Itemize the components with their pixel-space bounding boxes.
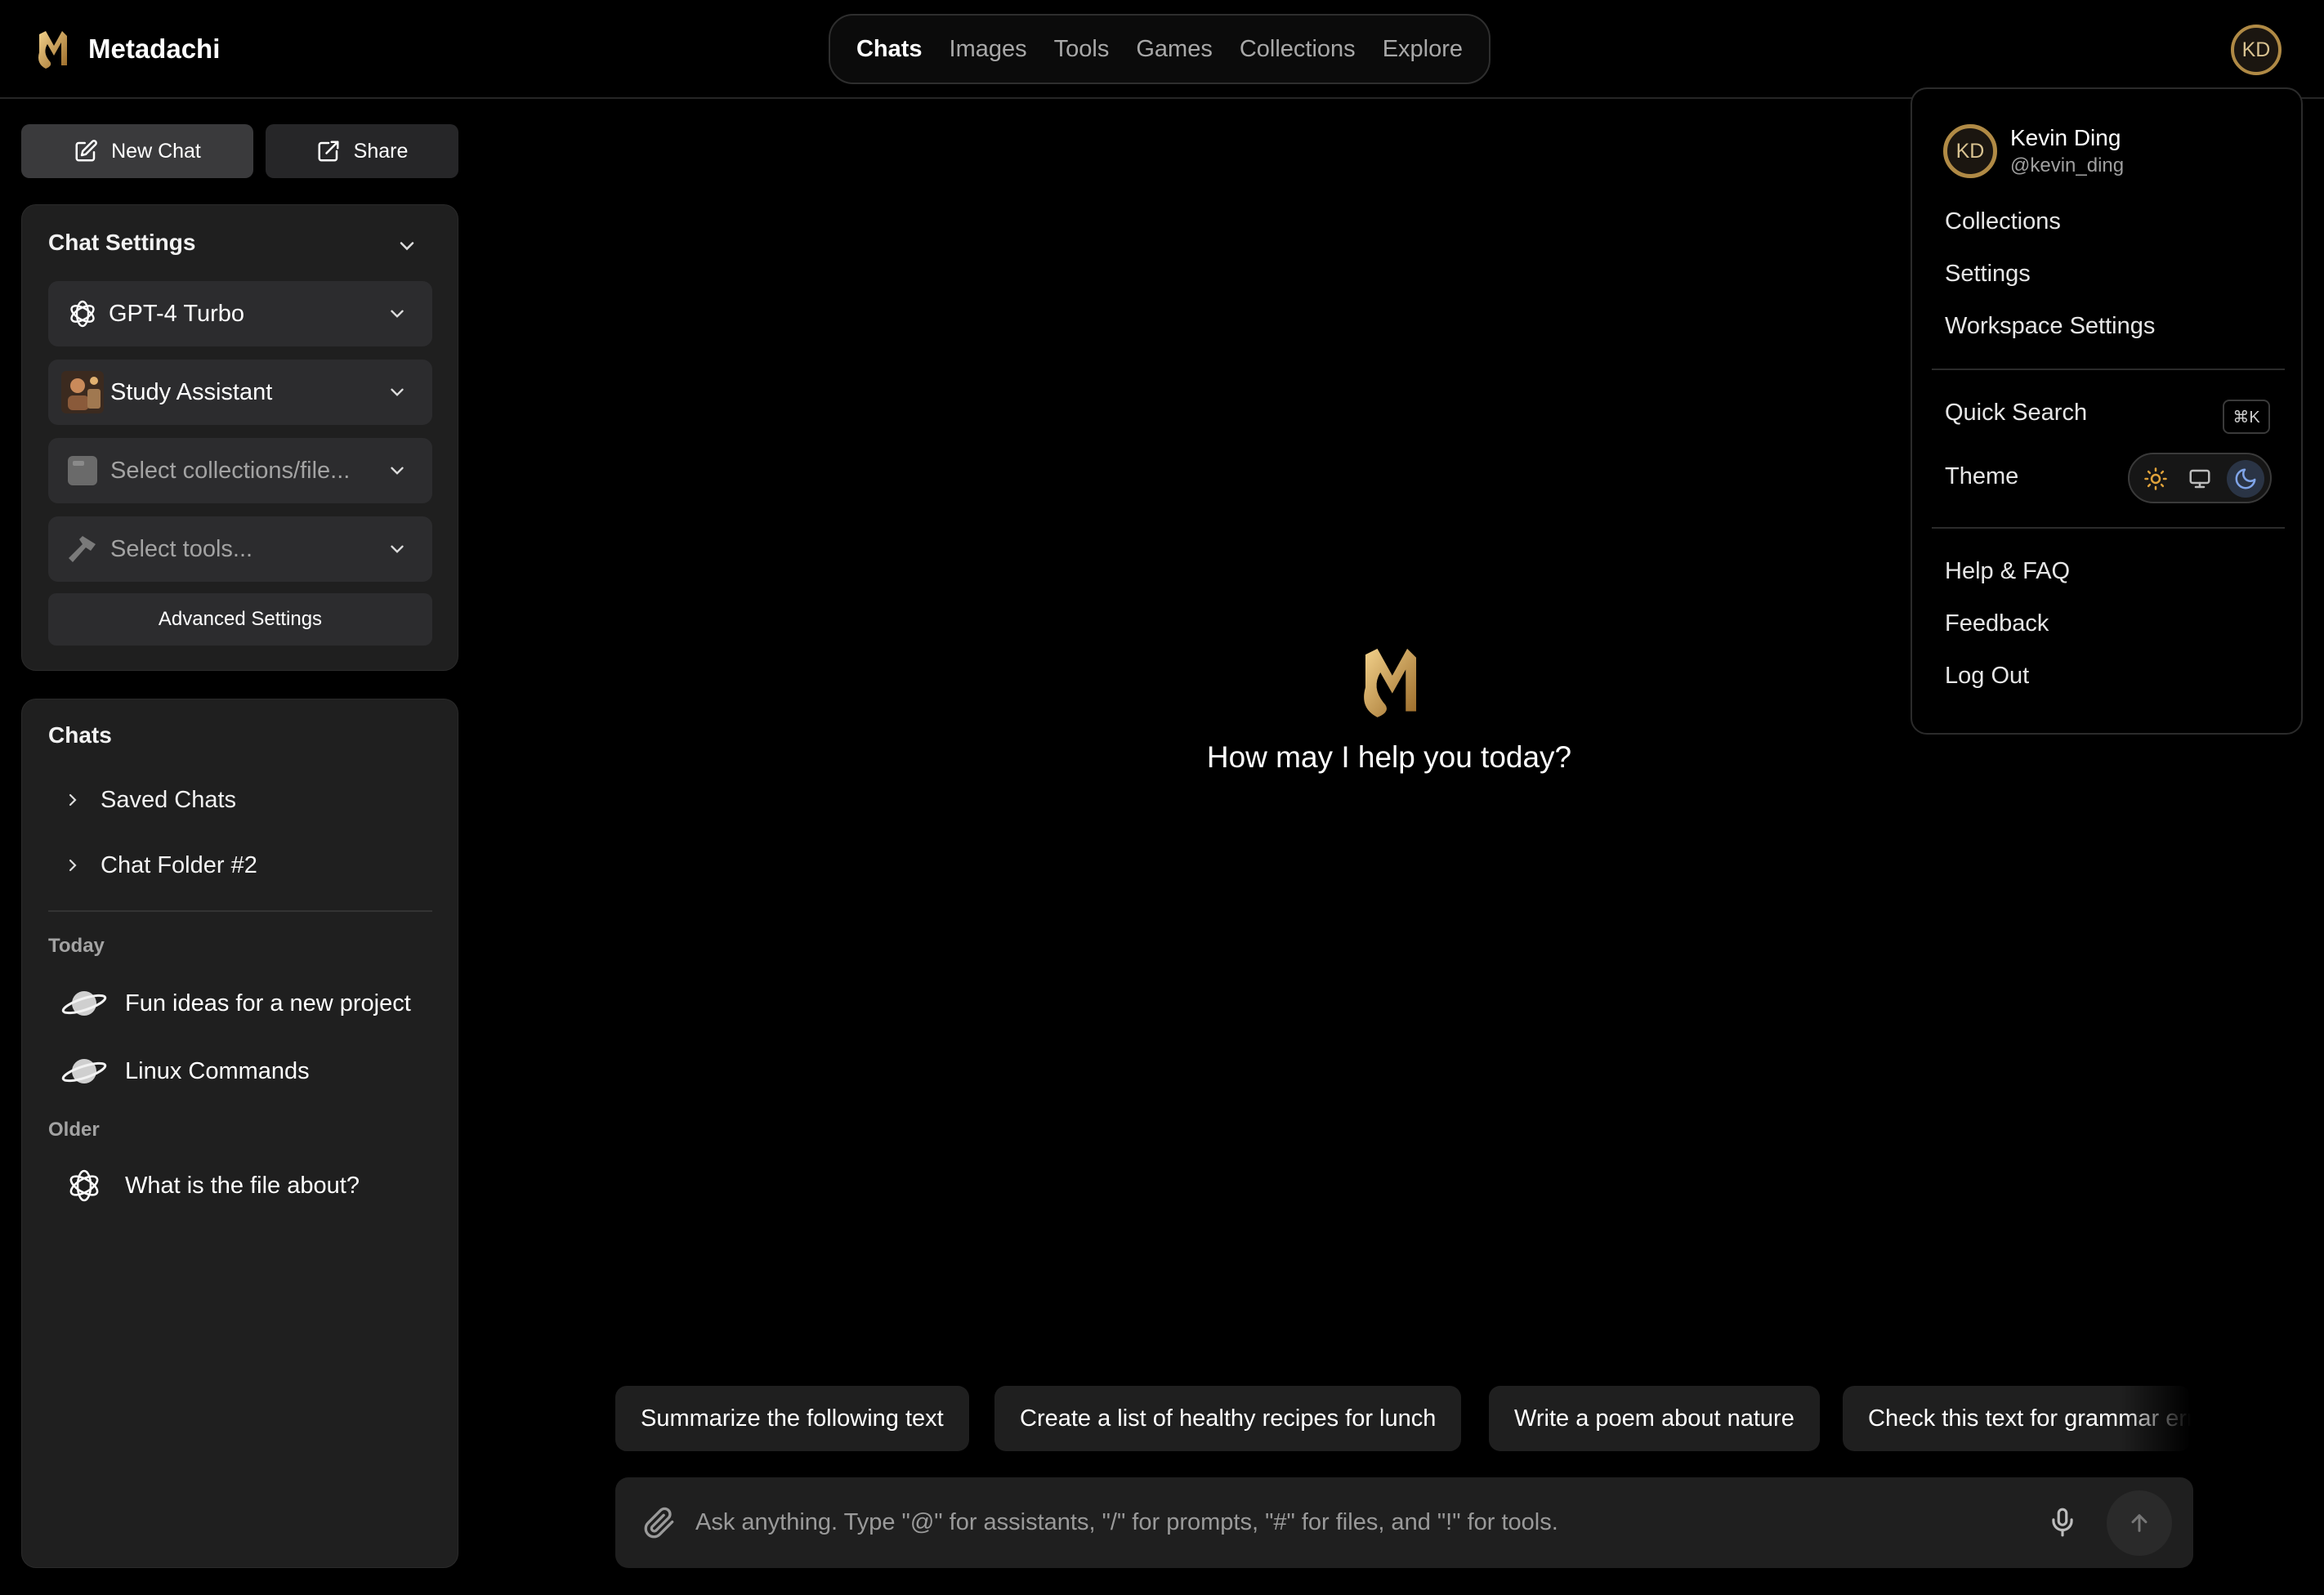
chevron-down-icon: [387, 303, 408, 324]
monitor-icon: [2189, 469, 2210, 489]
edit-icon: [75, 140, 97, 162]
hero-logo: [1356, 642, 1425, 721]
user-name: Kevin Ding: [2010, 125, 2121, 150]
share-button[interactable]: Share: [266, 124, 458, 178]
menu-workspace-settings[interactable]: Workspace Settings: [1945, 313, 2155, 340]
top-bar: Metadachi Chats Images Tools Games Colle…: [0, 0, 2324, 99]
new-chat-label: New Chat: [111, 139, 201, 163]
assistant-avatar: [61, 371, 104, 413]
avatar-initials: KD: [1955, 139, 1985, 163]
chevron-down-icon: [387, 382, 408, 403]
suggestion-chip[interactable]: Write a poem about nature: [1489, 1386, 1820, 1451]
app-name: Metadachi: [88, 34, 221, 64]
chat-composer: [615, 1477, 2193, 1568]
chat-input[interactable]: [695, 1497, 1970, 1548]
moon-icon: [2235, 468, 2256, 489]
brand[interactable]: Metadachi: [34, 25, 220, 74]
menu-help-faq[interactable]: Help & FAQ: [1945, 558, 2070, 585]
chevron-right-icon: [69, 793, 77, 806]
menu-log-out[interactable]: Log Out: [1945, 663, 2029, 690]
send-button[interactable]: [2107, 1490, 2172, 1556]
chats-panel: Chats Saved Chats Chat Folder #2 Today F…: [21, 699, 458, 1568]
user-avatar-button[interactable]: KD: [2231, 25, 2282, 75]
file-icon: [66, 454, 99, 487]
theme-light-option[interactable]: [2137, 460, 2174, 498]
avatar-initials: KD: [2241, 38, 2271, 61]
chat-title: What is the file about?: [125, 1172, 360, 1199]
menu-collections[interactable]: Collections: [1945, 208, 2061, 235]
tools-select[interactable]: Select tools...: [48, 516, 432, 582]
nav-games[interactable]: Games: [1136, 36, 1212, 63]
theme-system-option[interactable]: [2181, 460, 2219, 498]
folder-saved-chats[interactable]: Saved Chats: [63, 780, 236, 820]
model-label: GPT-4 Turbo: [109, 300, 245, 327]
suggestion-chip[interactable]: Summarize the following text: [615, 1386, 969, 1451]
model-select[interactable]: GPT-4 Turbo: [48, 281, 432, 346]
greeting: How may I help you today?: [1206, 740, 1572, 774]
share-label: Share: [353, 139, 409, 163]
metadachi-logo-icon: [38, 31, 67, 69]
microphone-icon[interactable]: [2047, 1507, 2078, 1538]
menu-feedback[interactable]: Feedback: [1945, 610, 2049, 637]
menu-theme-label: Theme: [1945, 463, 2019, 489]
openai-icon: [69, 1169, 99, 1202]
theme-dark-option[interactable]: [2227, 460, 2264, 498]
collections-placeholder: Select collections/file...: [110, 457, 351, 484]
folder-label: Saved Chats: [101, 786, 237, 813]
folder-label: Chat Folder #2: [101, 851, 257, 878]
chevron-right-icon: [69, 859, 77, 872]
folder-chat-folder-2[interactable]: Chat Folder #2: [63, 845, 257, 886]
share-icon: [318, 141, 339, 162]
openai-icon: [66, 297, 99, 330]
collapse-chevron-icon[interactable]: [396, 235, 418, 257]
shortcut-badge: ⌘K: [2223, 400, 2270, 434]
chat-title: Fun ideas for a new project: [125, 990, 411, 1016]
suggestion-chip[interactable]: Check this text for grammar errors: [1843, 1386, 2191, 1451]
chat-item[interactable]: What is the file about?: [61, 1161, 360, 1210]
planet-icon: [61, 1059, 107, 1083]
chat-settings-panel: Chat Settings GPT-4 Turbo Study Assistan…: [21, 204, 458, 671]
menu-quick-search[interactable]: Quick Search: [1945, 400, 2087, 427]
group-today: Today: [48, 935, 105, 957]
chat-item[interactable]: Fun ideas for a new project: [61, 979, 411, 1028]
chat-item[interactable]: Linux Commands: [61, 1047, 310, 1096]
avatar: KD: [1943, 124, 1997, 178]
arrow-up-icon: [2131, 1514, 2147, 1532]
chevron-down-icon: [387, 460, 408, 481]
menu-divider: [1932, 527, 2285, 529]
advanced-settings-button[interactable]: Advanced Settings: [48, 593, 432, 646]
collections-select[interactable]: Select collections/file...: [48, 438, 432, 503]
user-handle: @kevin_ding: [2010, 154, 2125, 176]
nav-explore[interactable]: Explore: [1383, 36, 1463, 63]
paperclip-icon[interactable]: [643, 1507, 676, 1539]
new-chat-button[interactable]: New Chat: [21, 124, 253, 178]
chevron-down-icon: [387, 538, 408, 560]
hammer-icon: [66, 533, 99, 565]
main-nav: Chats Images Tools Games Collections Exp…: [829, 14, 1490, 84]
planet-icon: [61, 991, 107, 1016]
chats-title: Chats: [48, 722, 112, 748]
divider: [48, 910, 432, 912]
chat-settings-title: Chat Settings: [48, 230, 196, 255]
nav-chats[interactable]: Chats: [856, 36, 923, 63]
group-older: Older: [48, 1119, 100, 1141]
nav-collections[interactable]: Collections: [1240, 36, 1356, 63]
sun-icon: [2144, 467, 2167, 490]
menu-settings[interactable]: Settings: [1945, 261, 2031, 288]
metadachi-logo-icon: [1364, 648, 1417, 717]
theme-toggle: [2128, 453, 2272, 503]
assistant-select[interactable]: Study Assistant: [48, 360, 432, 425]
menu-divider: [1932, 369, 2285, 370]
nav-tools[interactable]: Tools: [1054, 36, 1110, 63]
suggestion-chip[interactable]: Create a list of healthy recipes for lun…: [994, 1386, 1462, 1451]
assistant-label: Study Assistant: [110, 378, 273, 405]
chat-title: Linux Commands: [125, 1057, 310, 1084]
tools-placeholder: Select tools...: [110, 535, 253, 562]
user-menu: KD Kevin Ding @kevin_ding Collections Se…: [1911, 87, 2303, 735]
nav-images[interactable]: Images: [950, 36, 1027, 63]
